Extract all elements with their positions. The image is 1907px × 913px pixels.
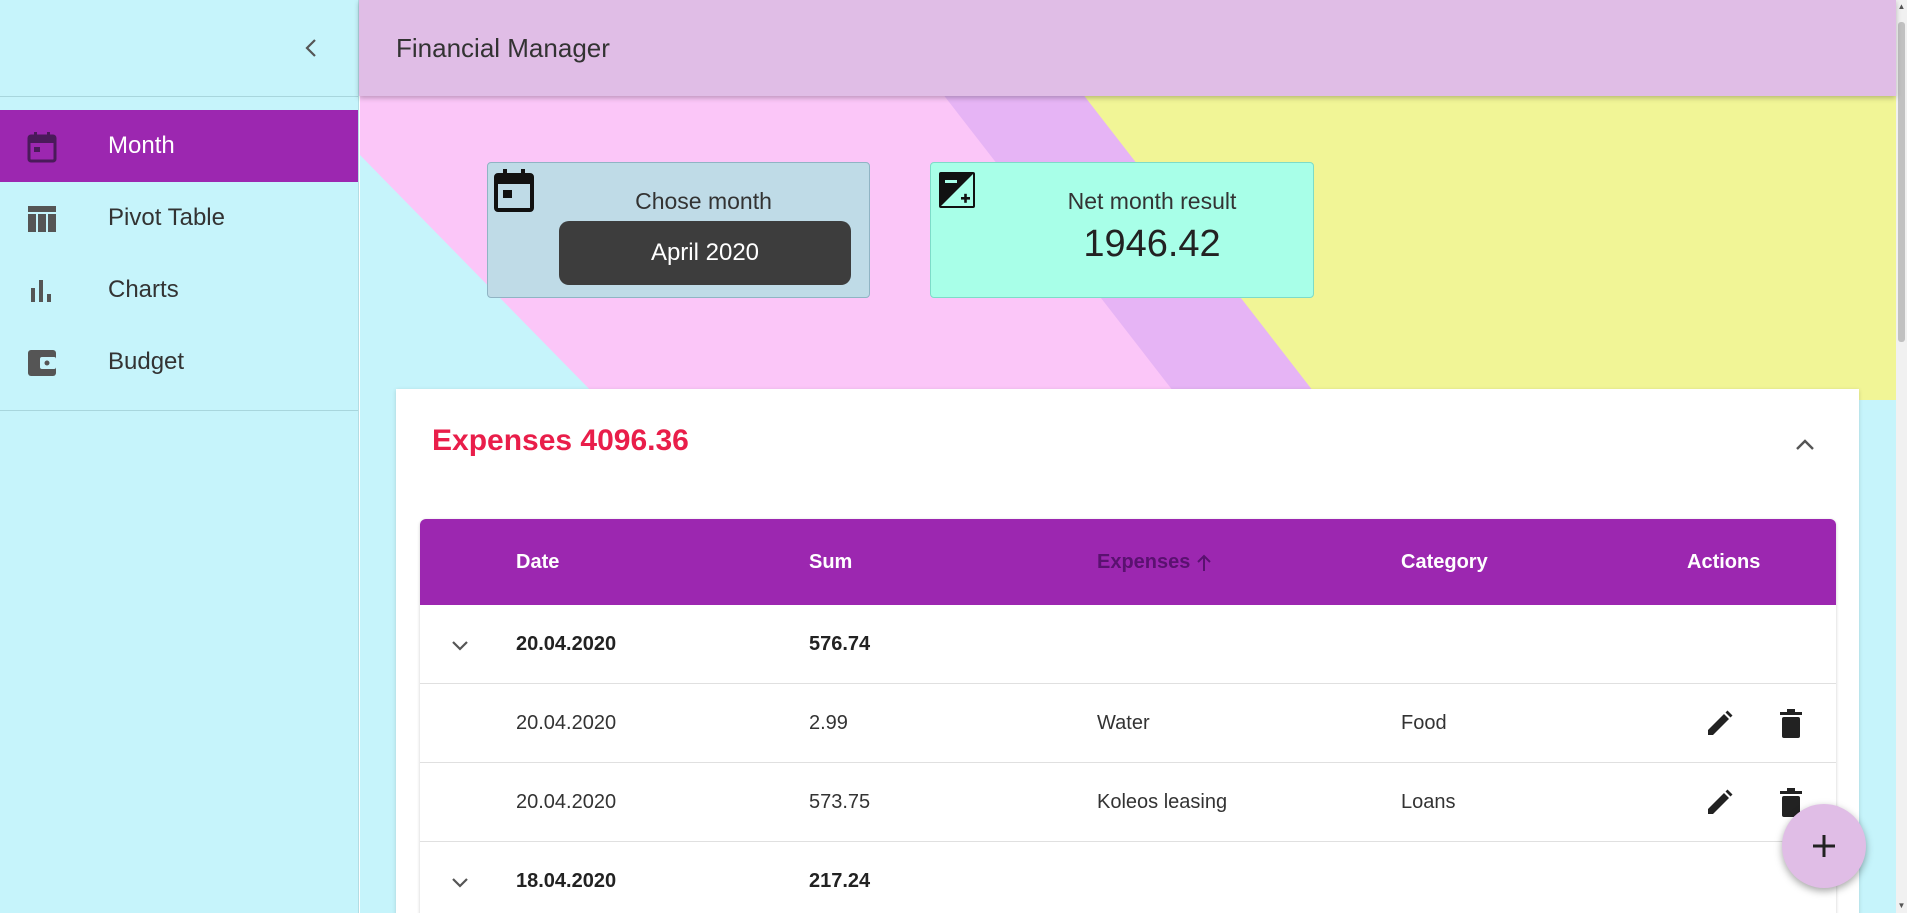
column-header-expenses[interactable]: Expenses	[1097, 551, 1212, 574]
column-header-actions: Actions	[1687, 551, 1761, 573]
sidebar-item-budget[interactable]: Budget	[0, 326, 358, 398]
collapse-panel-button[interactable]	[1791, 431, 1819, 459]
cell-date: 20.04.2020	[516, 633, 617, 655]
month-picker-card: Chose month April 2020	[487, 162, 870, 298]
sidebar-item-label: Budget	[108, 348, 185, 375]
trash-icon	[1780, 709, 1802, 738]
sidebar-item-label: Month	[108, 132, 175, 159]
sidebar-item-month[interactable]: Month	[0, 110, 358, 182]
column-header-date[interactable]: Date	[516, 551, 559, 574]
expenses-table: Date Sum Expenses Category Actions 20.04…	[420, 519, 1836, 913]
edit-button[interactable]	[1701, 785, 1737, 821]
collapse-sidebar-button[interactable]	[296, 33, 326, 63]
sidebar-item-pivot-table[interactable]: Pivot Table	[0, 182, 358, 254]
chevron-up-icon	[1796, 439, 1814, 450]
pencil-icon	[1708, 710, 1733, 735]
wallet-icon	[26, 348, 58, 378]
table-row: 18.04.2020 217.24	[420, 842, 1836, 913]
sidebar-header	[0, 0, 358, 97]
calendar-icon	[26, 132, 58, 163]
table-row: 20.04.2020 573.75 Koleos leasing Loans	[420, 763, 1836, 842]
app-header: Financial Manager	[359, 0, 1896, 96]
scroll-up-arrow-icon[interactable]: ▲	[1897, 2, 1906, 12]
cell-expense: Water	[1097, 712, 1150, 734]
sidebar-item-label: Charts	[108, 276, 179, 303]
month-select-button[interactable]: April 2020	[559, 221, 851, 285]
scrollbar-thumb[interactable]	[1898, 22, 1905, 342]
sidebar: Month Pivot Table Charts Budget	[0, 0, 359, 913]
expand-group-button[interactable]	[446, 868, 474, 896]
cell-expense: Koleos leasing	[1097, 791, 1228, 813]
app-title: Financial Manager	[396, 33, 610, 63]
vertical-scrollbar[interactable]: ▲ ▼	[1896, 0, 1907, 913]
chevron-down-icon	[452, 640, 468, 651]
cell-sum: 217.24	[809, 870, 871, 892]
cell-sum: 2.99	[809, 712, 848, 734]
main-content: Chose month April 2020 Net month result …	[360, 0, 1896, 913]
plus-icon	[1813, 835, 1835, 857]
column-header-sum[interactable]: Sum	[809, 551, 852, 574]
sidebar-item-charts[interactable]: Charts	[0, 254, 358, 326]
expenses-title: Expenses 4096.36	[432, 424, 689, 457]
net-card-title: Net month result	[1067, 188, 1237, 214]
month-card-title: Chose month	[635, 188, 772, 214]
cell-date: 20.04.2020	[516, 791, 617, 813]
cell-date: 20.04.2020	[516, 712, 617, 734]
chevron-left-icon	[305, 39, 316, 57]
scroll-down-arrow-icon[interactable]: ▼	[1897, 901, 1906, 911]
sort-arrow-up-icon	[1197, 554, 1212, 571]
table-row: 20.04.2020 576.74	[420, 605, 1836, 684]
table-header: Date Sum Expenses Category Actions	[420, 519, 1836, 605]
table-row: 20.04.2020 2.99 Water Food	[420, 684, 1836, 763]
cell-category: Food	[1401, 712, 1447, 734]
edit-button[interactable]	[1701, 706, 1737, 742]
column-header-category[interactable]: Category	[1401, 551, 1488, 574]
pencil-icon	[1708, 789, 1733, 814]
net-result-value: 1946.42	[1083, 223, 1221, 265]
table-icon	[26, 204, 58, 234]
cell-sum: 576.74	[809, 633, 871, 655]
chevron-down-icon	[452, 877, 468, 888]
net-result-card: Net month result 1946.42	[930, 162, 1314, 298]
expand-group-button[interactable]	[446, 631, 474, 659]
sidebar-nav: Month Pivot Table Charts Budget	[0, 110, 358, 411]
cell-sum: 573.75	[809, 791, 871, 813]
cell-category: Loans	[1401, 791, 1456, 813]
add-expense-button[interactable]	[1782, 804, 1866, 888]
sidebar-item-label: Pivot Table	[108, 204, 225, 231]
delete-button[interactable]	[1773, 706, 1809, 742]
cell-date: 18.04.2020	[516, 870, 617, 892]
bar-chart-icon	[26, 276, 58, 306]
expenses-panel: Expenses 4096.36 Date Sum Expenses Categ…	[396, 389, 1859, 913]
column-header-expenses-label: Expenses	[1097, 551, 1191, 573]
